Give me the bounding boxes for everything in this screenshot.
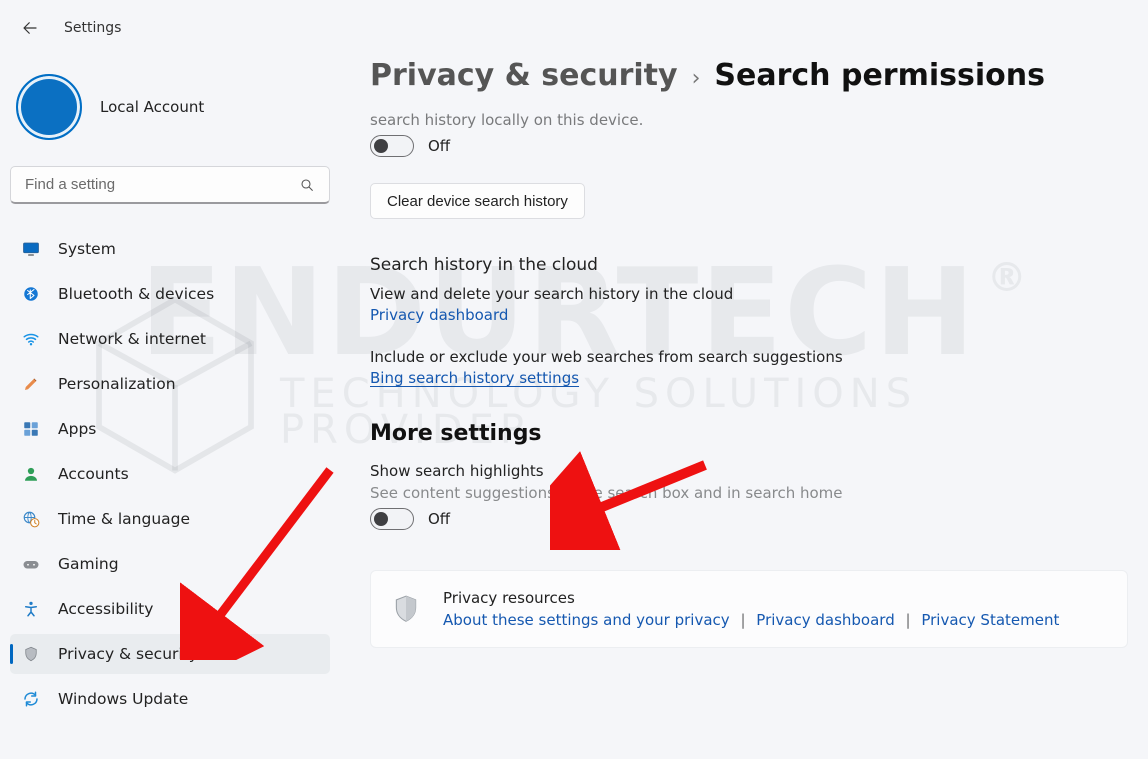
- highlights-toggle-row: Off: [370, 508, 1128, 530]
- chevron-right-icon: ›: [692, 66, 701, 91]
- privacy-statement-link[interactable]: Privacy Statement: [921, 611, 1059, 629]
- privacy-resources-title: Privacy resources: [443, 589, 1059, 607]
- monitor-icon: [22, 240, 40, 258]
- nav-label: Network & internet: [58, 330, 206, 348]
- privacy-resources-card: Privacy resources About these settings a…: [370, 570, 1128, 648]
- nav-label: System: [58, 240, 116, 258]
- nav-item-personalization[interactable]: Personalization: [10, 364, 330, 404]
- arrow-left-icon: [21, 19, 39, 37]
- accessibility-icon: [22, 600, 40, 618]
- nav-label: Bluetooth & devices: [58, 285, 214, 303]
- breadcrumb-parent[interactable]: Privacy & security: [370, 58, 678, 93]
- account-name: Local Account: [100, 98, 204, 116]
- bluetooth-icon: [22, 285, 40, 303]
- about-settings-link[interactable]: About these settings and your privacy: [443, 611, 730, 629]
- nav-item-bluetooth[interactable]: Bluetooth & devices: [10, 274, 330, 314]
- person-icon: [22, 465, 40, 483]
- apps-icon: [22, 420, 40, 438]
- avatar: [16, 74, 82, 140]
- back-button[interactable]: [16, 14, 44, 42]
- shield-icon: [393, 594, 419, 624]
- nav-label: Apps: [58, 420, 96, 438]
- nav-item-network[interactable]: Network & internet: [10, 319, 330, 359]
- update-icon: [22, 690, 40, 708]
- nav-label: Time & language: [58, 510, 190, 528]
- nav-item-accounts[interactable]: Accounts: [10, 454, 330, 494]
- cloud-history-desc2: Include or exclude your web searches fro…: [370, 348, 1128, 366]
- nav-item-accessibility[interactable]: Accessibility: [10, 589, 330, 629]
- separator: |: [734, 611, 751, 629]
- nav-label: Accounts: [58, 465, 129, 483]
- bing-history-settings-link[interactable]: Bing search history settings: [370, 369, 579, 387]
- nav-item-time[interactable]: Time & language: [10, 499, 330, 539]
- nav-item-gaming[interactable]: Gaming: [10, 544, 330, 584]
- nav-label: Accessibility: [58, 600, 153, 618]
- account-block[interactable]: Local Account: [10, 62, 330, 166]
- wifi-icon: [22, 330, 40, 348]
- separator: |: [900, 611, 917, 629]
- privacy-dashboard-link[interactable]: Privacy dashboard: [370, 306, 508, 324]
- search-box[interactable]: [10, 166, 330, 204]
- nav-label: Privacy & security: [58, 645, 198, 663]
- history-local-toggle-label: Off: [428, 137, 450, 155]
- cloud-history-desc: View and delete your search history in t…: [370, 285, 1128, 303]
- highlights-desc: See content suggestions in the search bo…: [370, 484, 1128, 502]
- clear-history-button[interactable]: Clear device search history: [370, 183, 585, 219]
- globe-clock-icon: [22, 510, 40, 528]
- nav-item-system[interactable]: System: [10, 229, 330, 269]
- nav-label: Windows Update: [58, 690, 188, 708]
- highlights-toggle-label: Off: [428, 510, 450, 528]
- shield-icon: [22, 645, 40, 663]
- nav-item-privacy[interactable]: Privacy & security: [10, 634, 330, 674]
- main-content: Privacy & security › Search permissions …: [370, 58, 1128, 759]
- nav-item-update[interactable]: Windows Update: [10, 679, 330, 719]
- highlights-title: Show search highlights: [370, 462, 1128, 480]
- sidebar: Local Account System Bluetooth & devices: [10, 62, 330, 721]
- gamepad-icon: [22, 555, 40, 573]
- nav-label: Gaming: [58, 555, 119, 573]
- search-icon: [299, 177, 315, 193]
- highlights-toggle[interactable]: [370, 508, 414, 530]
- breadcrumb: Privacy & security › Search permissions: [370, 58, 1128, 93]
- privacy-resources-links: About these settings and your privacy | …: [443, 611, 1059, 629]
- app-title: Settings: [64, 20, 121, 36]
- nav-label: Personalization: [58, 375, 176, 393]
- title-bar: Settings: [0, 0, 1148, 42]
- search-input[interactable]: [25, 176, 286, 193]
- nav-item-apps[interactable]: Apps: [10, 409, 330, 449]
- cloud-history-heading: Search history in the cloud: [370, 255, 1128, 275]
- breadcrumb-current: Search permissions: [714, 58, 1045, 93]
- history-local-clipped-text: search history locally on this device.: [370, 111, 1128, 129]
- paintbrush-icon: [22, 375, 40, 393]
- more-settings-heading: More settings: [370, 421, 1128, 446]
- privacy-dashboard-link-2[interactable]: Privacy dashboard: [756, 611, 894, 629]
- history-local-toggle[interactable]: [370, 135, 414, 157]
- history-local-toggle-row: Off: [370, 135, 1128, 157]
- nav-list: System Bluetooth & devices Network & int…: [10, 226, 330, 721]
